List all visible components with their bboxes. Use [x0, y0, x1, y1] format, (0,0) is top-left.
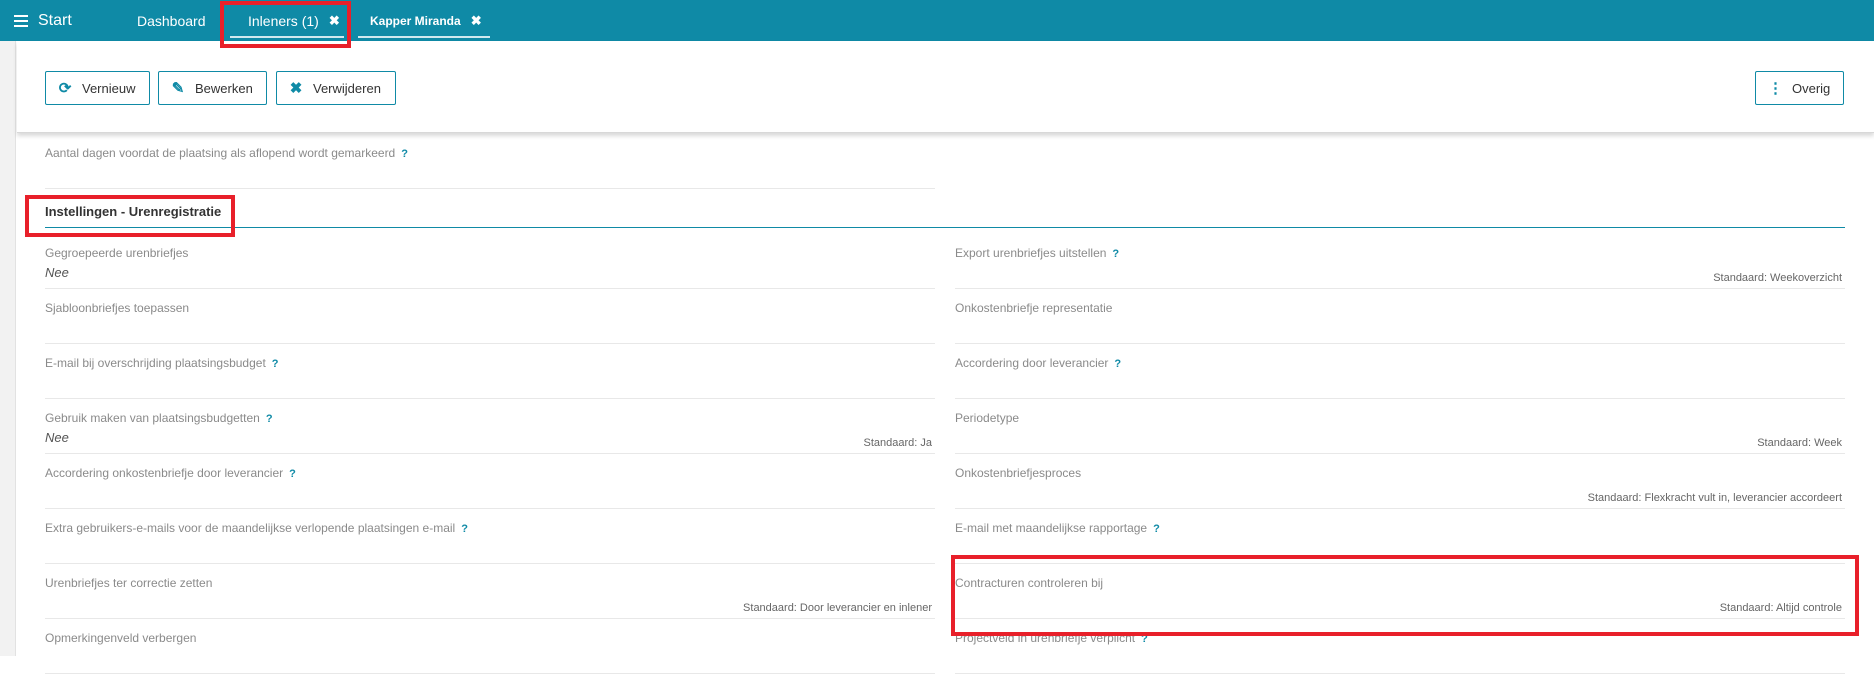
field-top[interactable]: Aantal dagen voordat de plaatsing als af…: [45, 134, 935, 189]
delete-button[interactable]: ✖ Verwijderen: [276, 71, 396, 105]
highlight-box: [951, 555, 1859, 636]
help-icon[interactable]: ?: [289, 468, 296, 480]
field-label: Extra gebruikers-e-mails voor de maandel…: [45, 521, 468, 535]
field-label: Onkostenbriefjesproces: [955, 466, 1082, 480]
edit-button[interactable]: ✎ Bewerken: [158, 71, 267, 105]
kebab-icon: ⋮: [1768, 80, 1783, 97]
default-hint: Standaard: Ja: [863, 437, 933, 449]
start-label: Start: [38, 11, 72, 29]
section-divider: [45, 227, 1845, 228]
pencil-icon: ✎: [171, 80, 185, 97]
settings-field[interactable]: Onkostenbriefjesproces Standaard: Flexkra…: [955, 454, 1845, 509]
settings-field[interactable]: Gebruik maken van plaatsingsbudgetten? Ne…: [45, 399, 935, 454]
highlight-box: [220, 1, 351, 48]
settings-field[interactable]: Extra gebruikers-e-mails voor de maandel…: [45, 509, 935, 564]
hamburger-icon: [14, 14, 28, 27]
field-label: Gegroepeerde urenbriefjes: [45, 246, 189, 260]
start-menu-button[interactable]: Start: [14, 0, 72, 41]
close-icon: ✖: [289, 80, 303, 97]
field-label: Sjabloonbriefjes toepassen: [45, 301, 190, 315]
help-icon[interactable]: ?: [1112, 248, 1119, 260]
field-label: Aantal dagen voordat de plaatsing als af…: [45, 146, 408, 160]
refresh-icon: ⟳: [58, 80, 72, 97]
more-button[interactable]: ⋮ Overig: [1755, 71, 1844, 105]
button-label: Verwijderen: [313, 80, 381, 96]
tab-dashboard[interactable]: Dashboard: [137, 0, 206, 41]
field-label: Onkostenbriefje representatie: [955, 301, 1113, 315]
settings-field[interactable]: Accordering door leverancier?: [955, 344, 1845, 399]
settings-field[interactable]: Accordering onkostenbriefje door leveran…: [45, 454, 935, 509]
default-hint: Standaard: Door leverancier en inlener: [743, 602, 932, 614]
default-hint: Standaard: Weekoverzicht: [1713, 272, 1842, 284]
help-icon[interactable]: ?: [1153, 523, 1160, 535]
help-icon[interactable]: ?: [272, 358, 279, 370]
help-icon[interactable]: ?: [266, 413, 273, 425]
field-label: Gebruik maken van plaatsingsbudgetten?: [45, 411, 273, 425]
close-icon[interactable]: ✖: [471, 13, 482, 29]
tab-label: Dashboard: [137, 12, 206, 29]
default-hint: Standaard: Week: [1757, 437, 1842, 449]
refresh-button[interactable]: ⟳ Vernieuw: [45, 71, 150, 105]
tab-kapper-miranda[interactable]: Kapper Miranda ✖: [358, 0, 490, 41]
field-label: Accordering door leverancier?: [955, 356, 1122, 370]
button-label: Bewerken: [195, 80, 253, 96]
settings-field[interactable]: Onkostenbriefje representatie: [955, 289, 1845, 344]
settings-field[interactable]: Periodetype Standaard: Week: [955, 399, 1845, 454]
field-label: E-mail met maandelijkse rapportage?: [955, 521, 1160, 535]
button-label: Overig: [1792, 80, 1831, 96]
settings-field[interactable]: Export urenbriefjes uitstellen? Standaard…: [955, 234, 1845, 289]
field-value: Nee: [45, 430, 69, 445]
field-label: E-mail bij overschrijding plaatsingsbudg…: [45, 356, 279, 370]
default-hint: Standaard: Flexkracht vult in, leveranci…: [1587, 492, 1842, 504]
settings-field[interactable]: Opmerkingenveld verbergen: [45, 619, 935, 674]
help-icon[interactable]: ?: [461, 523, 468, 535]
field-label: Opmerkingenveld verbergen: [45, 631, 197, 645]
action-toolbar: ⟳ Vernieuw ✎ Bewerken ✖ Verwijderen ⋮ Ov…: [17, 41, 1874, 133]
highlight-box: [25, 195, 235, 237]
settings-field[interactable]: Sjabloonbriefjes toepassen: [45, 289, 935, 344]
button-label: Vernieuw: [82, 80, 136, 96]
help-icon[interactable]: ?: [401, 148, 408, 160]
settings-field[interactable]: Urenbriefjes ter correctie zetten Standaa…: [45, 564, 935, 619]
field-label: Periodetype: [955, 411, 1020, 425]
left-edge-strip: [0, 41, 16, 656]
tab-label: Kapper Miranda: [370, 13, 461, 28]
help-icon[interactable]: ?: [1114, 358, 1121, 370]
settings-field[interactable]: Gegroepeerde urenbriefjes Nee: [45, 234, 935, 289]
field-value: Nee: [45, 265, 69, 280]
field-label: Export urenbriefjes uitstellen?: [955, 246, 1120, 260]
field-label: Urenbriefjes ter correctie zetten: [45, 576, 213, 590]
settings-field[interactable]: E-mail bij overschrijding plaatsingsbudg…: [45, 344, 935, 399]
field-label: Accordering onkostenbriefje door leveran…: [45, 466, 296, 480]
